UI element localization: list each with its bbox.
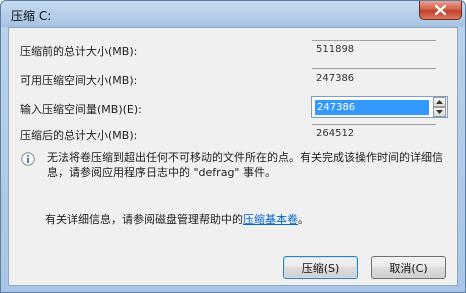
available-space-value: 247386 [316,73,355,84]
close-button[interactable] [419,1,462,20]
window-title: 压缩 C: [11,9,52,23]
info-message: 无法将卷压缩到超出任何不可移动的文件所在的点。有关完成该操作时间的详细信息，请参… [47,151,443,179]
chevron-down-icon [436,110,443,114]
shrink-amount-input[interactable]: 247386 [315,100,429,115]
total-after-label: 压缩后的总计大小(MB): [20,129,138,142]
help-detail-text: 有关详细信息，请参阅磁盘管理帮助中的压缩基本卷。 [45,211,309,227]
close-icon [435,5,446,15]
cancel-button[interactable]: 取消(C) [371,256,446,279]
shrink-button[interactable]: 压缩(S) [283,256,358,279]
shrink-basic-volume-link[interactable]: 压缩基本卷 [243,213,298,226]
title-bar[interactable]: 压缩 C: [1,1,465,27]
info-icon [21,152,35,166]
value-divider [312,124,436,125]
available-space-label: 可用压缩空间大小(MB): [20,74,138,87]
total-after-value: 264512 [316,128,355,139]
spin-down-button[interactable] [433,107,446,117]
total-before-value: 511898 [316,44,355,55]
dialog-body: 压缩前的总计大小(MB): 511898 可用压缩空间大小(MB): 24738… [8,27,458,286]
total-before-label: 压缩前的总计大小(MB): [20,45,138,58]
shrink-dialog-window: 压缩 C: 压缩前的总计大小(MB): 511898 可用压缩空间大小(MB):… [0,0,466,293]
spin-up-button[interactable] [433,97,446,107]
value-divider [312,40,436,41]
shrink-amount-label: 输入压缩空间量(MB)(E): [20,103,142,116]
value-divider [312,68,436,69]
help-detail-prefix: 有关详细信息，请参阅磁盘管理帮助中的 [45,213,243,226]
help-detail-suffix: 。 [298,213,309,226]
shrink-amount-spinbox[interactable]: 247386 [311,96,448,118]
chevron-up-icon [436,100,443,104]
